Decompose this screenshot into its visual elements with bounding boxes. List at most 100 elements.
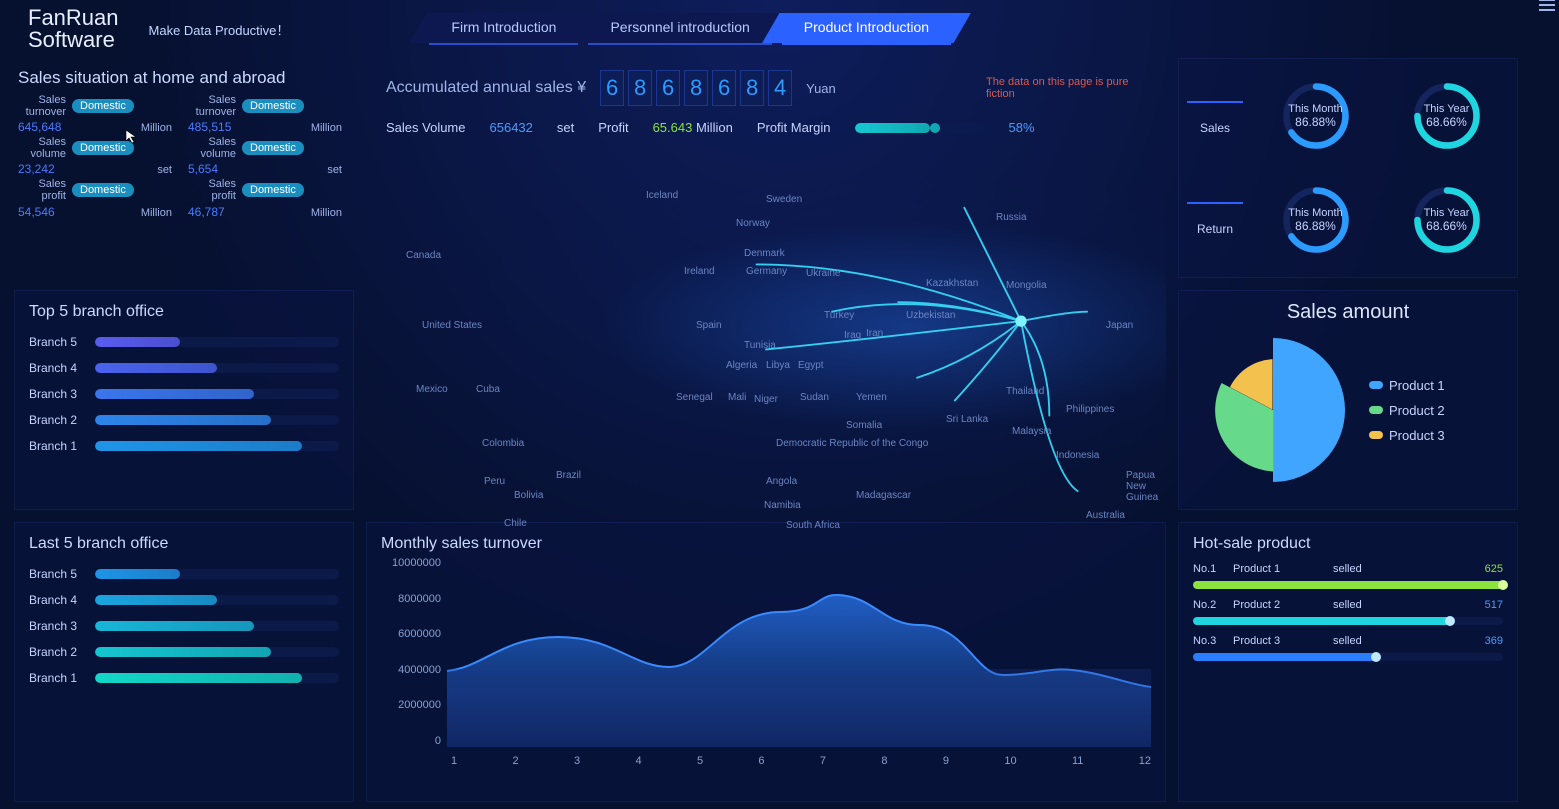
arc-pct: 86.88% [1288,219,1342,233]
hs-rank: No.2 [1193,599,1233,611]
bar-name: Branch 4 [29,361,87,375]
arc-row-labels: Sales Return [1187,67,1243,269]
arc-return-year: This Year68.66% [1384,171,1509,269]
hs-track[interactable] [1193,653,1503,661]
arc-pct: 68.66% [1424,115,1470,129]
brand-line1: FanRuan [28,7,119,29]
digit: 8 [628,70,652,106]
profit-margin-bar[interactable] [855,123,985,133]
pie-title: Sales amount [1193,301,1503,324]
x-tick: 1 [451,755,457,767]
sit-unit: Million [141,122,180,134]
brand-line2: Software [28,29,119,51]
top5-panel: Top 5 branch office Branch 5 Branch 4 Br… [14,290,354,510]
legend-item[interactable]: Product 2 [1369,403,1445,418]
bar-name: Branch 1 [29,439,87,453]
hs-name: Product 1 [1233,563,1333,575]
sales-return-arcs-panel: Sales Return This Month86.88% This Year6… [1178,58,1518,278]
bar-row: Branch 3 [29,387,339,401]
x-tick: 3 [574,755,580,767]
pie-chart[interactable] [1193,330,1353,490]
legend-label: Product 1 [1389,378,1445,393]
arc-grid: This Month86.88% This Year68.66% This Mo… [1253,67,1509,269]
bar-row: Branch 4 [29,593,339,607]
sit-value: 645,648 [18,120,61,134]
hs-track[interactable] [1193,617,1503,625]
hs-rank: No.1 [1193,563,1233,575]
x-tick: 9 [943,755,949,767]
sit-unit: set [157,164,180,176]
bar-track [95,647,339,657]
sit-value: 46,787 [188,205,225,219]
last5-panel: Last 5 branch office Branch 5 Branch 4 B… [14,522,354,802]
domestic-badge[interactable]: Domestic [242,99,304,113]
sit-lab: Sales profit [18,178,66,202]
bar-track [95,389,339,399]
arc-title: This Month [1288,207,1342,219]
legend-item[interactable]: Product 3 [1369,428,1445,443]
hs-track[interactable] [1193,581,1503,589]
accumulated-digits: 6 8 6 8 6 8 4 [600,70,792,106]
bar-track [95,673,339,683]
x-tick: 10 [1004,755,1016,767]
bar-track [95,415,339,425]
domestic-badge[interactable]: Domestic [72,141,134,155]
tab-firm[interactable]: Firm Introduction [429,13,578,45]
sit-value: 5,654 [188,162,218,176]
hs-value: 625 [1485,563,1503,575]
accumulated-row: Accumulated annual sales ¥ 6 8 6 8 6 8 4… [386,70,1146,106]
bar-row: Branch 1 [29,439,339,453]
arc-pct: 68.66% [1424,219,1470,233]
domestic-badge[interactable]: Domestic [72,99,134,113]
y-tick: 2000000 [381,699,441,711]
legend-item[interactable]: Product 1 [1369,378,1445,393]
tab-personnel[interactable]: Personnel introduction [588,13,771,45]
kpi-sv-unit: set [557,120,574,135]
digit: 8 [684,70,708,106]
hamburger-icon[interactable] [1539,0,1555,14]
domestic-badge[interactable]: Domestic [72,183,134,197]
arc-return-month: This Month86.88% [1253,171,1378,269]
digit: 6 [600,70,624,106]
y-tick: 8000000 [381,593,441,605]
accumulated-unit: Yuan [806,81,836,96]
monthly-chart[interactable]: 10000000 8000000 6000000 4000000 2000000… [381,557,1151,767]
bar-name: Branch 4 [29,593,87,607]
digit: 6 [712,70,736,106]
bar-name: Branch 5 [29,567,87,581]
x-tick: 8 [881,755,887,767]
domestic-badge[interactable]: Domestic [242,141,304,155]
kpi-pm-value: 58% [1009,120,1035,135]
y-tick: 0 [381,735,441,747]
hotsale-panel: Hot-sale product No.1 Product 1 selled 6… [1178,522,1518,802]
bar-row: Branch 2 [29,645,339,659]
sit-lab: Sales turnover [188,94,236,118]
bar-track [95,363,339,373]
arc-title: This Year [1424,103,1470,115]
y-tick: 10000000 [381,557,441,569]
monthly-title: Monthly sales turnover [381,535,1151,553]
kpi-row: Sales Volume 656432 set Profit 65.643 Mi… [386,120,1146,135]
situation-columns: Sales turnover Domestic 645,648 Million Sa… [18,94,350,219]
tab-product[interactable]: Product Introduction [782,13,951,45]
kpi-profit-unit: Million [696,120,733,135]
x-tick: 2 [512,755,518,767]
arc-return-label: Return [1187,202,1243,236]
sit-unit: Million [311,122,350,134]
map-lines-icon [366,170,1166,510]
hotsale-row: No.2 Product 2 selled 517 [1193,599,1503,625]
domestic-badge[interactable]: Domestic [242,183,304,197]
hs-selled: selled [1333,635,1485,647]
brand: FanRuan Software [28,7,119,51]
kpi-sv-value: 656432 [490,120,533,135]
y-tick: 4000000 [381,664,441,676]
sales-amount-panel: Sales amount Product 1 Product 2 Product… [1178,290,1518,510]
arc-title: This Year [1424,207,1470,219]
bar-row: Branch 5 [29,335,339,349]
bar-name: Branch 2 [29,413,87,427]
hs-name: Product 2 [1233,599,1333,611]
legend-label: Product 2 [1389,403,1445,418]
notice-text: The data on this page is pure fiction [986,76,1146,100]
world-map[interactable]: IcelandSwedenNorwayRussiaCanadaIrelandDe… [366,170,1166,510]
hs-value: 517 [1485,599,1503,611]
